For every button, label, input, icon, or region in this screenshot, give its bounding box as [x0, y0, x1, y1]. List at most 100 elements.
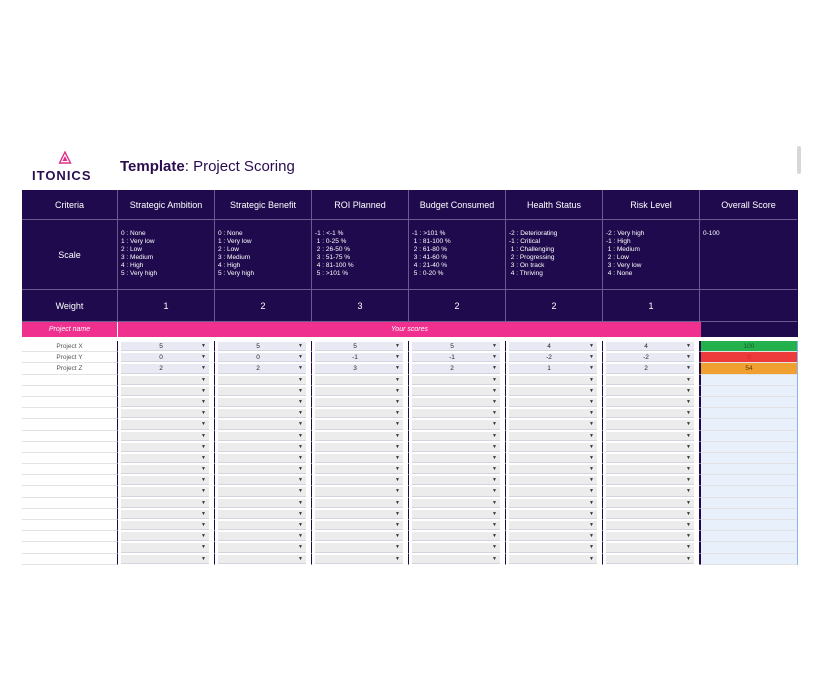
score-dropdown[interactable]: ▼: [409, 408, 506, 419]
dropdown-field[interactable]: [412, 465, 500, 474]
caret-down-icon[interactable]: ▼: [492, 509, 497, 520]
caret-down-icon[interactable]: ▼: [589, 386, 594, 397]
score-dropdown[interactable]: 4▼: [603, 341, 700, 352]
caret-down-icon[interactable]: ▼: [686, 554, 691, 565]
dropdown-field[interactable]: [315, 487, 403, 496]
caret-down-icon[interactable]: ▼: [201, 486, 206, 497]
caret-down-icon[interactable]: ▼: [686, 375, 691, 386]
score-dropdown[interactable]: ▼: [603, 554, 700, 565]
caret-down-icon[interactable]: ▼: [395, 397, 400, 408]
caret-down-icon[interactable]: ▼: [201, 408, 206, 419]
caret-down-icon[interactable]: ▼: [201, 442, 206, 453]
caret-down-icon[interactable]: ▼: [395, 509, 400, 520]
score-dropdown[interactable]: 2▼: [118, 363, 215, 374]
caret-down-icon[interactable]: ▼: [492, 363, 497, 374]
dropdown-field[interactable]: [315, 432, 403, 441]
score-dropdown[interactable]: ▼: [118, 531, 215, 542]
score-dropdown[interactable]: ▼: [506, 542, 603, 553]
dropdown-field[interactable]: [218, 555, 306, 564]
caret-down-icon[interactable]: ▼: [298, 442, 303, 453]
score-dropdown[interactable]: ▼: [409, 419, 506, 430]
caret-down-icon[interactable]: ▼: [492, 498, 497, 509]
caret-down-icon[interactable]: ▼: [492, 542, 497, 553]
dropdown-field[interactable]: [606, 443, 694, 452]
project-name[interactable]: [22, 386, 118, 397]
dropdown-field[interactable]: [509, 555, 597, 564]
project-name[interactable]: [22, 475, 118, 486]
caret-down-icon[interactable]: ▼: [298, 509, 303, 520]
score-dropdown[interactable]: ▼: [118, 386, 215, 397]
score-dropdown[interactable]: ▼: [603, 486, 700, 497]
score-dropdown[interactable]: ▼: [603, 397, 700, 408]
dropdown-field[interactable]: [412, 487, 500, 496]
caret-down-icon[interactable]: ▼: [686, 486, 691, 497]
dropdown-field[interactable]: [509, 476, 597, 485]
caret-down-icon[interactable]: ▼: [201, 531, 206, 542]
caret-down-icon[interactable]: ▼: [589, 464, 594, 475]
caret-down-icon[interactable]: ▼: [686, 453, 691, 464]
dropdown-field[interactable]: [509, 487, 597, 496]
score-dropdown[interactable]: ▼: [118, 431, 215, 442]
score-dropdown[interactable]: ▼: [215, 442, 312, 453]
dropdown-field[interactable]: [606, 499, 694, 508]
dropdown-field[interactable]: [509, 443, 597, 452]
score-dropdown[interactable]: ▼: [603, 431, 700, 442]
project-name[interactable]: [22, 498, 118, 509]
caret-down-icon[interactable]: ▼: [298, 431, 303, 442]
caret-down-icon[interactable]: ▼: [201, 363, 206, 374]
project-name[interactable]: [22, 431, 118, 442]
caret-down-icon[interactable]: ▼: [686, 498, 691, 509]
score-dropdown[interactable]: ▼: [118, 375, 215, 386]
score-dropdown[interactable]: ▼: [215, 464, 312, 475]
dropdown-field[interactable]: [412, 555, 500, 564]
project-name[interactable]: [22, 408, 118, 419]
project-name[interactable]: [22, 442, 118, 453]
dropdown-field[interactable]: [315, 532, 403, 541]
score-dropdown[interactable]: ▼: [312, 509, 409, 520]
caret-down-icon[interactable]: ▼: [492, 464, 497, 475]
project-name[interactable]: [22, 453, 118, 464]
dropdown-field[interactable]: [315, 510, 403, 519]
dropdown-field[interactable]: [412, 420, 500, 429]
score-dropdown[interactable]: ▼: [118, 397, 215, 408]
score-dropdown[interactable]: ▼: [506, 431, 603, 442]
score-dropdown[interactable]: ▼: [506, 442, 603, 453]
dropdown-field[interactable]: [606, 409, 694, 418]
score-dropdown[interactable]: ▼: [312, 520, 409, 531]
dropdown-field[interactable]: [218, 487, 306, 496]
score-dropdown[interactable]: ▼: [312, 397, 409, 408]
caret-down-icon[interactable]: ▼: [589, 531, 594, 542]
score-dropdown[interactable]: ▼: [118, 486, 215, 497]
score-dropdown[interactable]: -1▼: [409, 352, 506, 363]
dropdown-field[interactable]: [412, 432, 500, 441]
caret-down-icon[interactable]: ▼: [492, 486, 497, 497]
score-dropdown[interactable]: ▼: [312, 475, 409, 486]
caret-down-icon[interactable]: ▼: [395, 475, 400, 486]
score-dropdown[interactable]: ▼: [312, 408, 409, 419]
dropdown-field[interactable]: [606, 420, 694, 429]
caret-down-icon[interactable]: ▼: [395, 431, 400, 442]
score-dropdown[interactable]: ▼: [118, 419, 215, 430]
caret-down-icon[interactable]: ▼: [492, 419, 497, 430]
dropdown-field[interactable]: [412, 387, 500, 396]
score-dropdown[interactable]: ▼: [215, 509, 312, 520]
dropdown-field[interactable]: [315, 476, 403, 485]
score-dropdown[interactable]: -2▼: [603, 352, 700, 363]
dropdown-field[interactable]: [509, 409, 597, 418]
dropdown-field[interactable]: [606, 532, 694, 541]
caret-down-icon[interactable]: ▼: [201, 397, 206, 408]
caret-down-icon[interactable]: ▼: [395, 531, 400, 542]
caret-down-icon[interactable]: ▼: [492, 386, 497, 397]
score-dropdown[interactable]: ▼: [215, 386, 312, 397]
score-dropdown[interactable]: ▼: [215, 542, 312, 553]
score-dropdown[interactable]: ▼: [312, 531, 409, 542]
dropdown-field[interactable]: [315, 398, 403, 407]
dropdown-field[interactable]: [121, 432, 209, 441]
score-dropdown[interactable]: ▼: [409, 531, 506, 542]
dropdown-field[interactable]: [412, 521, 500, 530]
dropdown-field[interactable]: [509, 387, 597, 396]
caret-down-icon[interactable]: ▼: [395, 341, 400, 352]
caret-down-icon[interactable]: ▼: [589, 520, 594, 531]
dropdown-field[interactable]: [218, 387, 306, 396]
caret-down-icon[interactable]: ▼: [492, 520, 497, 531]
